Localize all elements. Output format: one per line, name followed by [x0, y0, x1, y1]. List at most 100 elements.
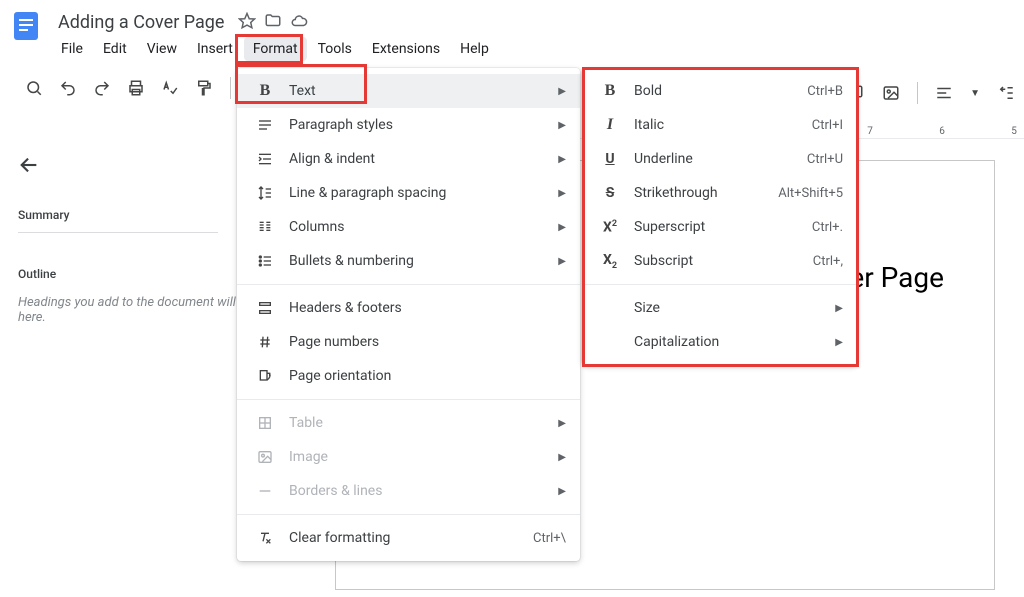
menu-separator	[237, 284, 580, 285]
menu-page-numbers[interactable]: Page numbers	[237, 325, 580, 359]
submenu-arrow-icon: ▶	[558, 188, 566, 199]
menu-label: Line & paragraph spacing	[289, 185, 544, 201]
toolbar-divider	[917, 82, 918, 104]
search-icon[interactable]	[24, 78, 44, 98]
menu-clear-formatting[interactable]: Clear formatting Ctrl+\	[237, 521, 580, 555]
strikethrough-icon: S	[600, 183, 620, 203]
hash-icon	[255, 332, 275, 352]
menu-extensions[interactable]: Extensions	[363, 37, 449, 61]
bold-icon: B	[600, 81, 620, 101]
header-footer-icon	[255, 298, 275, 318]
menu-view[interactable]: View	[138, 37, 186, 61]
submenu-arrow-icon: ▶	[835, 337, 843, 348]
menu-label: Underline	[634, 151, 793, 167]
menu-separator	[237, 514, 580, 515]
menu-shortcut: Ctrl+I	[812, 118, 843, 133]
menu-label: Page orientation	[289, 368, 566, 384]
page-orientation-icon	[255, 366, 275, 386]
subscript-icon: X2	[600, 251, 620, 271]
menu-line-spacing[interactable]: Line & paragraph spacing ▶	[237, 176, 580, 210]
outline-summary-label: Summary	[18, 208, 218, 233]
submenu-arrow-icon: ▶	[558, 486, 566, 497]
menu-paragraph-styles[interactable]: Paragraph styles ▶	[237, 108, 580, 142]
ruler-label: 7	[867, 126, 873, 137]
docs-logo[interactable]	[8, 8, 44, 44]
redo-icon[interactable]	[92, 78, 112, 98]
menu-headers-footers[interactable]: Headers & footers	[237, 291, 580, 325]
menu-label: Subscript	[634, 253, 799, 269]
submenu-arrow-icon: ▶	[558, 452, 566, 463]
paint-format-icon[interactable]	[194, 78, 214, 98]
menu-shortcut: Ctrl+\	[533, 531, 566, 546]
menu-label: Clear formatting	[289, 530, 519, 546]
menu-shortcut: Ctrl+,	[813, 254, 843, 269]
undo-icon[interactable]	[58, 78, 78, 98]
dropdown-caret-icon[interactable]: ▼	[970, 88, 980, 99]
menu-label: Align & indent	[289, 151, 544, 167]
clear-format-icon	[255, 528, 275, 548]
text-bold[interactable]: B Bold Ctrl+B	[582, 74, 857, 108]
indent-icon	[255, 149, 275, 169]
menubar: File Edit View Insert Format Tools Exten…	[52, 37, 1016, 61]
move-icon[interactable]	[264, 12, 282, 34]
menu-text[interactable]: B Text ▶	[237, 74, 580, 108]
columns-icon	[255, 217, 275, 237]
doc-title[interactable]: Adding a Cover Page	[52, 10, 230, 35]
line-spacing-icon	[255, 183, 275, 203]
italic-icon: I	[600, 115, 620, 135]
submenu-arrow-icon: ▶	[558, 256, 566, 267]
menu-table: Table ▶	[237, 406, 580, 440]
line-spacing-icon[interactable]	[996, 83, 1016, 103]
menu-insert[interactable]: Insert	[188, 37, 242, 61]
menu-label: Bold	[634, 83, 793, 99]
menu-label: Paragraph styles	[289, 117, 544, 133]
print-icon[interactable]	[126, 78, 146, 98]
list-icon	[255, 251, 275, 271]
text-superscript[interactable]: X2 Superscript Ctrl+.	[582, 210, 857, 244]
text-size[interactable]: Size ▶	[582, 291, 857, 325]
submenu-arrow-icon: ▶	[558, 120, 566, 131]
text-strikethrough[interactable]: S Strikethrough Alt+Shift+5	[582, 176, 857, 210]
menu-label: Text	[289, 83, 544, 99]
star-icon[interactable]	[238, 12, 256, 34]
table-icon	[255, 413, 275, 433]
menu-tools[interactable]: Tools	[309, 37, 361, 61]
text-capitalization[interactable]: Capitalization ▶	[582, 325, 857, 359]
menu-page-orientation[interactable]: Page orientation	[237, 359, 580, 393]
underline-icon: U	[600, 149, 620, 169]
outline-back-icon[interactable]	[18, 154, 40, 182]
spellcheck-icon[interactable]	[160, 78, 180, 98]
cloud-icon[interactable]	[290, 12, 308, 34]
menu-shortcut: Ctrl+B	[807, 84, 843, 99]
menu-label: Bullets & numbering	[289, 253, 544, 269]
text-underline[interactable]: U Underline Ctrl+U	[582, 142, 857, 176]
menu-bullets[interactable]: Bullets & numbering ▶	[237, 244, 580, 278]
menu-edit[interactable]: Edit	[94, 37, 136, 61]
menu-label: Image	[289, 449, 544, 465]
align-icon[interactable]	[934, 83, 954, 103]
menu-label: Size	[634, 300, 821, 316]
paragraph-icon	[255, 115, 275, 135]
submenu-arrow-icon: ▶	[558, 418, 566, 429]
menu-file[interactable]: File	[52, 37, 92, 61]
menu-shortcut: Alt+Shift+5	[778, 186, 843, 201]
menu-label: Capitalization	[634, 334, 821, 350]
submenu-arrow-icon: ▶	[835, 303, 843, 314]
image-icon	[255, 447, 275, 467]
bold-icon: B	[255, 81, 275, 101]
menu-align-indent[interactable]: Align & indent ▶	[237, 142, 580, 176]
superscript-icon: X2	[600, 217, 620, 237]
menu-label: Page numbers	[289, 334, 566, 350]
insert-image-icon[interactable]	[881, 83, 901, 103]
menu-help[interactable]: Help	[451, 37, 498, 61]
text-subscript[interactable]: X2 Subscript Ctrl+,	[582, 244, 857, 278]
menu-shortcut: Ctrl+U	[807, 152, 843, 167]
submenu-arrow-icon: ▶	[558, 86, 566, 97]
menu-format[interactable]: Format	[244, 37, 307, 61]
menu-separator	[582, 284, 857, 285]
menu-columns[interactable]: Columns ▶	[237, 210, 580, 244]
submenu-arrow-icon: ▶	[558, 154, 566, 165]
ruler-label: 5	[1011, 126, 1017, 137]
text-italic[interactable]: I Italic Ctrl+I	[582, 108, 857, 142]
text-submenu: B Bold Ctrl+B I Italic Ctrl+I U Underlin…	[582, 68, 857, 365]
